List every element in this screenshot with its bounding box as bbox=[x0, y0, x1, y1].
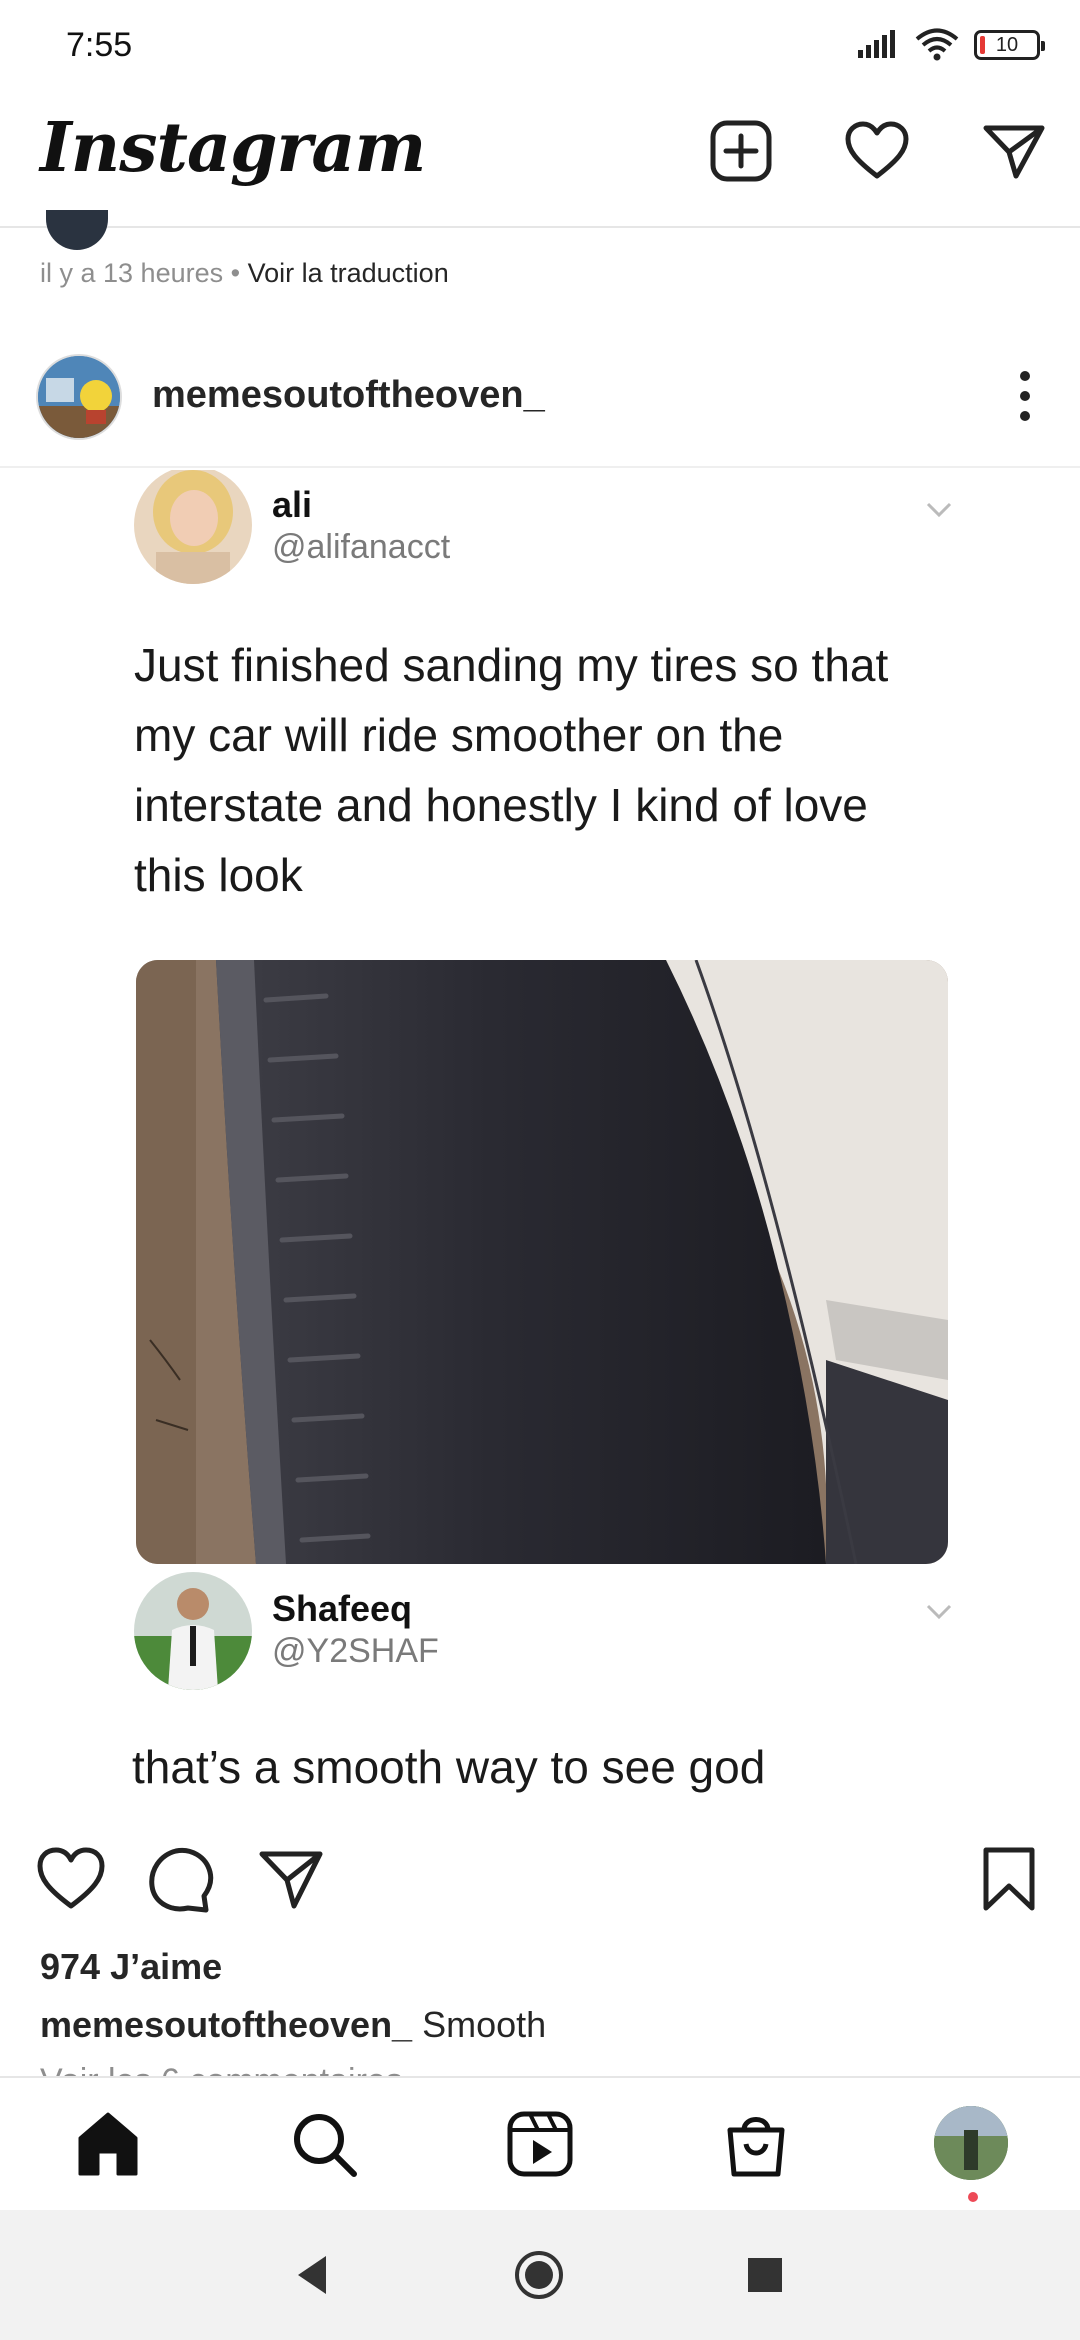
tweet-text-line: my car will ride smoother on the bbox=[134, 709, 784, 761]
translate-link[interactable]: Voir la traduction bbox=[248, 258, 449, 288]
chevron-down-icon bbox=[926, 502, 952, 518]
system-nav bbox=[0, 2210, 1080, 2340]
home-icon[interactable] bbox=[72, 2108, 144, 2180]
recents-button[interactable] bbox=[740, 2250, 790, 2300]
app-header: Instagram bbox=[0, 90, 1080, 228]
tire-photo bbox=[136, 960, 948, 1564]
search-icon[interactable] bbox=[288, 2108, 360, 2180]
post-image[interactable]: ali @alifanacct Just finished sanding my… bbox=[0, 470, 1080, 1820]
battery-level: 10 bbox=[995, 34, 1019, 56]
signal-icon bbox=[858, 30, 895, 58]
heart-icon[interactable] bbox=[844, 118, 910, 184]
status-bar: 7:55 10 bbox=[0, 0, 1080, 90]
tweet-avatar-ali bbox=[134, 470, 252, 584]
header-actions bbox=[708, 118, 1046, 184]
meta-separator: • bbox=[230, 258, 241, 288]
time-ago: il y a 13 heures bbox=[40, 258, 224, 288]
home-button[interactable] bbox=[514, 2250, 564, 2300]
battery-indicator: 10 bbox=[974, 30, 1045, 60]
likes-count[interactable]: 974 J’aime bbox=[40, 1946, 222, 1988]
tweet-author-name: Shafeeq bbox=[272, 1588, 413, 1629]
caption-username[interactable]: memesoutoftheoven_ bbox=[40, 2004, 412, 2045]
post-actions bbox=[0, 1830, 1080, 1930]
caption-text: Smooth bbox=[422, 2004, 547, 2045]
post-header: memesoutoftheoven_ bbox=[0, 338, 1080, 468]
post-username[interactable]: memesoutoftheoven_ bbox=[152, 374, 545, 417]
tweet-reply-text: that’s a smooth way to see god bbox=[132, 1741, 766, 1793]
post-author-avatar[interactable] bbox=[36, 354, 122, 440]
post-caption: memesoutoftheoven_ Smooth bbox=[40, 2004, 546, 2046]
tweet-text-line: interstate and honestly I kind of love bbox=[134, 779, 868, 831]
profile-avatar[interactable] bbox=[934, 2106, 1008, 2180]
notification-dot bbox=[968, 2192, 978, 2202]
tweet-author-name: ali bbox=[272, 484, 313, 525]
comment-icon[interactable] bbox=[146, 1844, 216, 1914]
tweet-author-handle: @alifanacct bbox=[272, 528, 451, 566]
new-post-icon[interactable] bbox=[708, 118, 774, 184]
direct-message-icon[interactable] bbox=[980, 118, 1046, 184]
previous-post-meta: il y a 13 heures • Voir la traduction bbox=[0, 210, 1080, 328]
more-options-icon[interactable] bbox=[1010, 366, 1040, 426]
shop-icon[interactable] bbox=[720, 2108, 792, 2180]
save-icon[interactable] bbox=[974, 1844, 1044, 1914]
status-time: 7:55 bbox=[66, 26, 133, 64]
wifi-icon bbox=[915, 28, 959, 61]
reels-icon[interactable] bbox=[504, 2108, 576, 2180]
back-button[interactable] bbox=[288, 2250, 338, 2300]
share-icon[interactable] bbox=[256, 1844, 326, 1914]
previous-post-avatar bbox=[46, 210, 108, 250]
status-icons: 10 bbox=[856, 28, 1045, 62]
tweet-text-line: Just finished sanding my tires so that bbox=[134, 639, 889, 691]
chevron-down-icon bbox=[926, 1604, 952, 1620]
tweet-text: Just finished sanding my tires so that m… bbox=[134, 630, 888, 910]
tweet-author-handle: @Y2SHAF bbox=[272, 1632, 439, 1670]
previous-post-timestamp: il y a 13 heures • Voir la traduction bbox=[40, 258, 449, 289]
bottom-nav bbox=[0, 2076, 1080, 2210]
tweet-text-line: this look bbox=[134, 849, 303, 901]
like-icon[interactable] bbox=[36, 1844, 106, 1914]
tweet-avatar-shafeeq bbox=[134, 1572, 252, 1690]
instagram-logo[interactable]: Instagram bbox=[40, 108, 426, 188]
